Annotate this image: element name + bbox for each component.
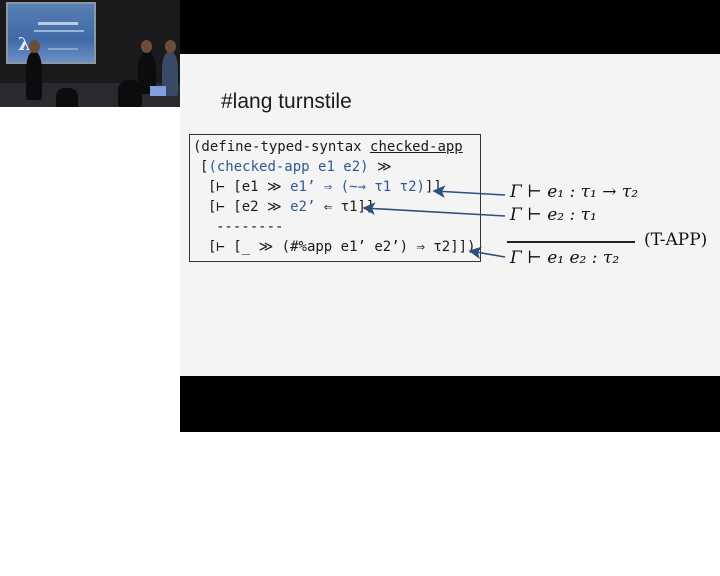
inference-rule-bar [507, 241, 635, 243]
presentation-slide: #lang turnstile (define-typed-syntax che… [180, 54, 720, 376]
laptop-icon [150, 86, 166, 96]
typing-premise-1: Γ ⊢ e₁ : τ₁ → τ₂ [510, 182, 639, 202]
connector-arrows [362, 185, 506, 260]
letterbox-top [180, 0, 720, 54]
typing-conclusion: Γ ⊢ e₁ e₂ : τ₂ [510, 248, 620, 268]
speaker-camera-feed: λ [0, 0, 180, 107]
arrow-premise-1 [432, 185, 506, 199]
arrow-conclusion [468, 246, 506, 260]
presenter-figure [26, 52, 42, 100]
audience-figure [118, 80, 142, 107]
audience-figure [56, 88, 78, 107]
typing-premise-2: Γ ⊢ e₂ : τ₁ [510, 205, 597, 225]
arrow-premise-2 [362, 202, 506, 217]
rule-name: (T-APP) [644, 230, 708, 250]
projected-slide-thumbnail: λ [6, 2, 96, 64]
letterbox-bottom [180, 376, 720, 432]
